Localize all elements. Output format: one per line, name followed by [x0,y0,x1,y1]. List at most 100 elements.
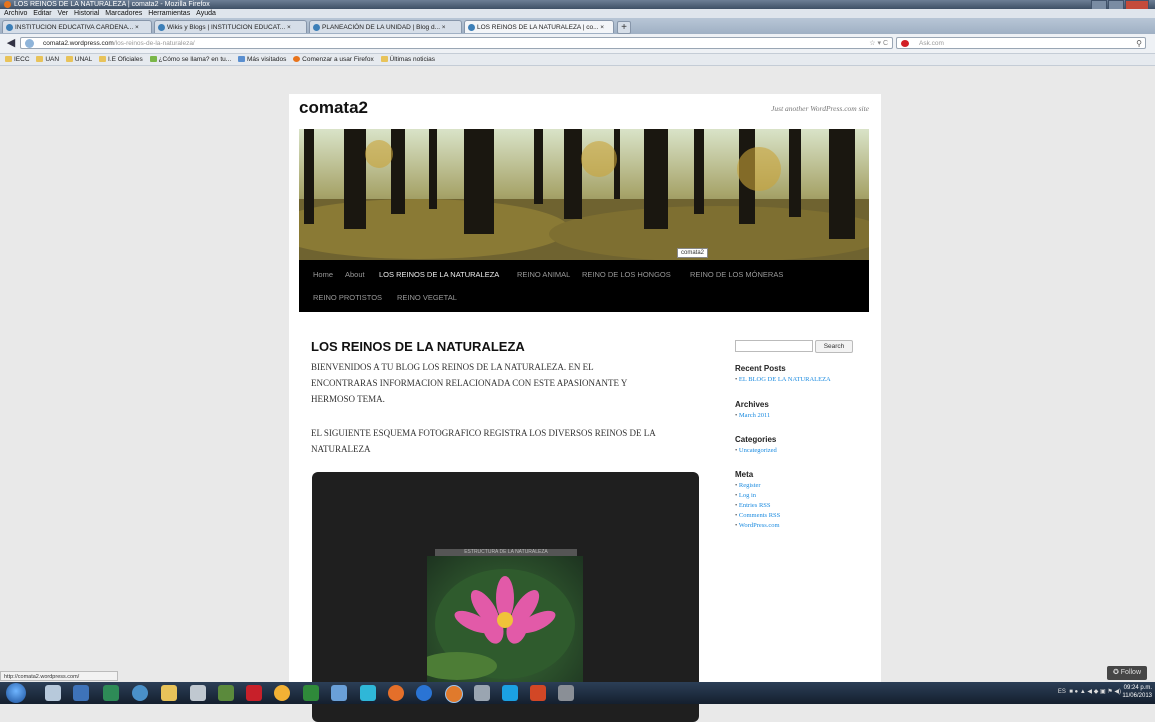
main-navigation: Home About LOS REINOS DE LA NATURALEZA R… [299,260,869,312]
nav-reino-protistos[interactable]: REINO PROTISTOS [313,293,382,302]
clock-date: 11/06/2013 [1122,693,1152,699]
nav-reino-vegetal[interactable]: REINO VEGETAL [397,293,457,302]
menu-editar[interactable]: Editar [33,10,51,17]
url-domain: comata2.wordpress.com [43,40,114,47]
site-title[interactable]: comata2 [299,98,368,118]
meta-wordpress-link[interactable]: WordPress.com [735,522,780,529]
category-link[interactable]: Uncategorized [735,447,777,454]
search-input[interactable] [735,340,813,352]
nav-home[interactable]: Home [313,270,333,279]
folder-icon[interactable] [161,685,177,701]
archive-link[interactable]: March 2011 [735,412,770,419]
text-line: NATURALEZA [311,444,371,454]
address-bar[interactable]: comata2.wordpress.com/los-reinos-de-la-n… [20,37,893,49]
bookmark-iecc[interactable]: IECC [5,54,30,65]
back-arrow-icon[interactable]: ◀ [4,37,18,49]
document-icon[interactable] [331,685,347,701]
bookmark-mas-visitados[interactable]: Más visitados [237,54,286,65]
clock[interactable]: 09:24 p.m. 11/06/2013 [1122,684,1152,700]
bookmark-star-icon[interactable]: ☆ ▾ C [869,38,888,50]
paint-icon[interactable] [558,685,574,701]
network-icon[interactable] [190,685,206,701]
bookmark-comenzar-firefox[interactable]: Comenzar a usar Firefox [293,54,374,65]
folder-icon [36,56,44,62]
menu-historial[interactable]: Historial [74,10,99,17]
start-button[interactable] [6,683,26,703]
user-icon[interactable] [45,685,61,701]
bookmark-ultimas-noticias[interactable]: Últimas noticias [380,54,436,65]
menu-bar: Archivo Editar Ver Historial Marcadores … [0,9,1155,18]
chrome-icon[interactable] [274,685,290,701]
nav-about[interactable]: About [345,270,365,279]
navigation-toolbar: ◀ comata2.wordpress.com/los-reinos-de-la… [0,34,1155,54]
new-tab-button[interactable]: + [617,21,631,34]
archives-heading: Archives [735,400,769,409]
search-box[interactable]: Ask.com ⚲ [896,37,1146,49]
nav-reino-hongos[interactable]: REINO DE LOS HONGOS [582,270,671,279]
header-forest-image[interactable] [299,129,869,260]
status-bar-url: http://comata2.wordpress.com/ [0,671,118,681]
lotus-flower-image[interactable] [427,556,583,691]
follow-button[interactable]: ✪ Follow [1107,666,1147,680]
nav-los-reinos[interactable]: LOS REINOS DE LA NATURALEZA [379,270,499,279]
skype-icon[interactable] [502,685,518,701]
tab-wikis-blogs[interactable]: Wikis y Blogs | INSTITUCION EDUCAT... × [154,20,307,33]
categories-heading: Categories [735,435,777,444]
game-icon[interactable] [218,685,234,701]
bookmark-ie-oficiales[interactable]: I.E Oficiales [99,54,143,65]
firefox-active-icon[interactable] [445,685,463,703]
menu-ayuda[interactable]: Ayuda [196,10,216,17]
favicon-icon [6,24,13,31]
tab-institucion[interactable]: INSTITUCION EDUCATIVA CARDENA... × [2,20,152,33]
globe-icon [25,39,34,48]
search-magnifier-icon[interactable]: ⚲ [1136,38,1142,50]
header-tooltip: comata2 [677,248,709,258]
ask-engine-icon[interactable] [901,40,909,47]
post-paragraph-2: EL SIGUIENTE ESQUEMA FOTOGRAFICO REGISTR… [311,425,706,457]
slide-caption: ESTRUCTURA DE LA NATURALEZA [435,549,577,556]
pdf-reader-icon[interactable] [246,685,262,701]
meta-login-link[interactable]: Log in [735,492,756,499]
bookmark-label: IECC [14,56,30,63]
window-titlebar: LOS REINOS DE LA NATURALEZA | comata2 - … [0,0,1155,10]
bookmark-label: Últimas noticias [389,56,436,63]
rss-folder-icon [380,56,388,62]
powerpoint-icon[interactable] [530,685,546,701]
nav-reino-moneras[interactable]: REINO DE LOS MÓNERAS [690,270,783,279]
internet-explorer-icon[interactable] [416,685,432,701]
menu-marcadores[interactable]: Marcadores [105,10,142,17]
smart-folder-icon [237,56,245,62]
access-icon[interactable] [103,685,119,701]
word-icon[interactable] [73,685,89,701]
tray-icons[interactable]: ■ ● ▲ ◀ ◆ ▣ ⚑ ◀) [1068,689,1121,695]
excel-icon[interactable] [303,685,319,701]
bookmark-label: I.E Oficiales [108,56,143,63]
tab-planeacion[interactable]: PLANEACIÓN DE LA UNIDAD | Blog d... × [309,20,462,33]
bookmark-uan[interactable]: UAN [36,54,59,65]
window-title: LOS REINOS DE LA NATURALEZA | comata2 - … [14,1,210,8]
notepad-icon[interactable] [474,685,490,701]
meta-entries-rss-link[interactable]: Entries RSS [735,502,771,509]
meta-comments-rss-link[interactable]: Comments RSS [735,512,780,519]
system-tray: ES ■ ● ▲ ◀ ◆ ▣ ⚑ ◀) [1058,688,1121,695]
recent-post-link[interactable]: EL BLOG DE LA NATURALEZA [735,376,831,383]
bookmark-como-se-llama[interactable]: ¿Cómo se llama? en tu... [149,54,231,65]
nav-reino-animal[interactable]: REINO ANIMAL [517,270,570,279]
post-paragraph-1: BIENVENIDOS A TU BLOG LOS REINOS DE LA N… [311,359,706,407]
clock-time: 09:24 p.m. [1123,685,1152,691]
menu-ver[interactable]: Ver [58,10,69,17]
post-title[interactable]: LOS REINOS DE LA NATURALEZA [311,339,525,354]
windows-taskbar: ES ■ ● ▲ ◀ ◆ ▣ ⚑ ◀) 09:24 p.m. 11/06/201… [0,682,1155,704]
text-line: HERMOSO TEMA. [311,394,385,404]
menu-archivo[interactable]: Archivo [4,10,27,17]
tab-label: PLANEACIÓN DE LA UNIDAD | Blog d... × [322,24,446,31]
firefox-taskbar-icon[interactable] [388,685,404,701]
bookmark-unal[interactable]: UNAL [65,54,92,65]
menu-herramientas[interactable]: Herramientas [148,10,190,17]
language-indicator[interactable]: ES [1058,689,1066,695]
media-icon[interactable] [132,685,148,701]
meta-register-link[interactable]: Register [735,482,761,489]
media-player-icon[interactable] [360,685,376,701]
search-button[interactable]: Search [815,340,853,353]
tab-reinos-active[interactable]: LOS REINOS DE LA NATURALEZA | co... × [464,20,614,33]
